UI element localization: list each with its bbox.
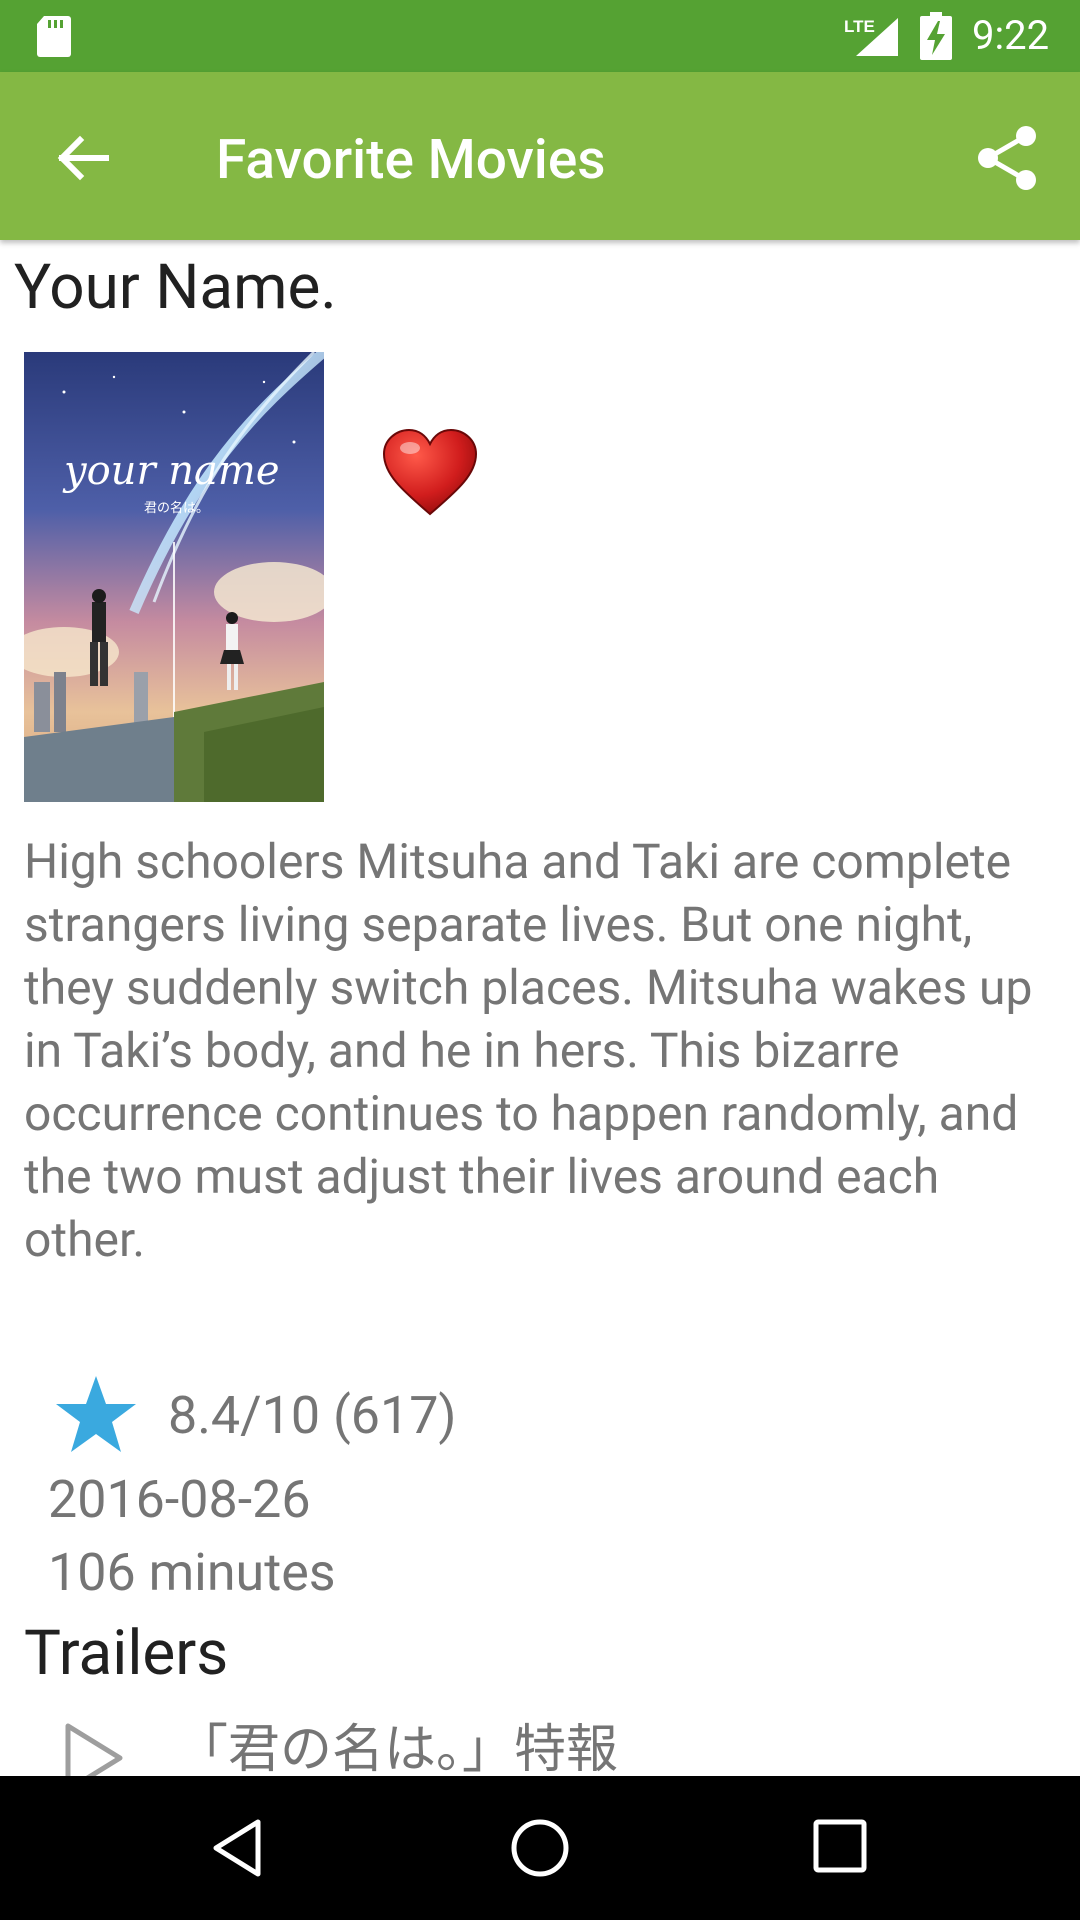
sd-card-icon [37,16,71,57]
movie-rating: 8.4/10 (617) [168,1385,457,1446]
clock: 9:22 [972,12,1050,59]
trailer-item[interactable]: 「君の名は。」特報 [0,1712,1080,1776]
movie-title: Your Name. [14,251,337,324]
status-bar: LTE 9:22 [0,0,1080,72]
share-icon[interactable] [970,120,1046,196]
movie-poster: your name 君の名は。 [24,352,324,802]
battery-charging-icon [920,12,952,60]
nav-recents-icon[interactable] [812,1818,868,1874]
lte-signal-icon: LTE [844,17,898,56]
poster-image: your name 君の名は。 [24,352,324,802]
nav-back-icon[interactable] [208,1818,268,1878]
heart-icon[interactable] [382,428,478,518]
poster-title: your name [62,448,280,494]
toolbar-title: Favorite Movies [216,128,606,192]
release-date: 2016-08-26 [48,1469,311,1530]
poster-subtitle: 君の名は。 [144,500,209,516]
runtime: 106 minutes [48,1542,336,1603]
movie-overview: High schoolers Mitsuha and Taki are comp… [24,833,1033,1268]
trailers-heading: Trailers [24,1617,229,1690]
nav-home-icon[interactable] [508,1816,572,1880]
star-icon [56,1376,136,1452]
navigation-bar [0,1776,1080,1920]
arrow-back-icon[interactable] [44,120,120,196]
trailer-label: 「君の名は。」特報 [176,1720,619,1776]
network-label: LTE [844,17,875,36]
play-icon [65,1723,123,1776]
app-toolbar: Favorite Movies [0,72,1080,240]
